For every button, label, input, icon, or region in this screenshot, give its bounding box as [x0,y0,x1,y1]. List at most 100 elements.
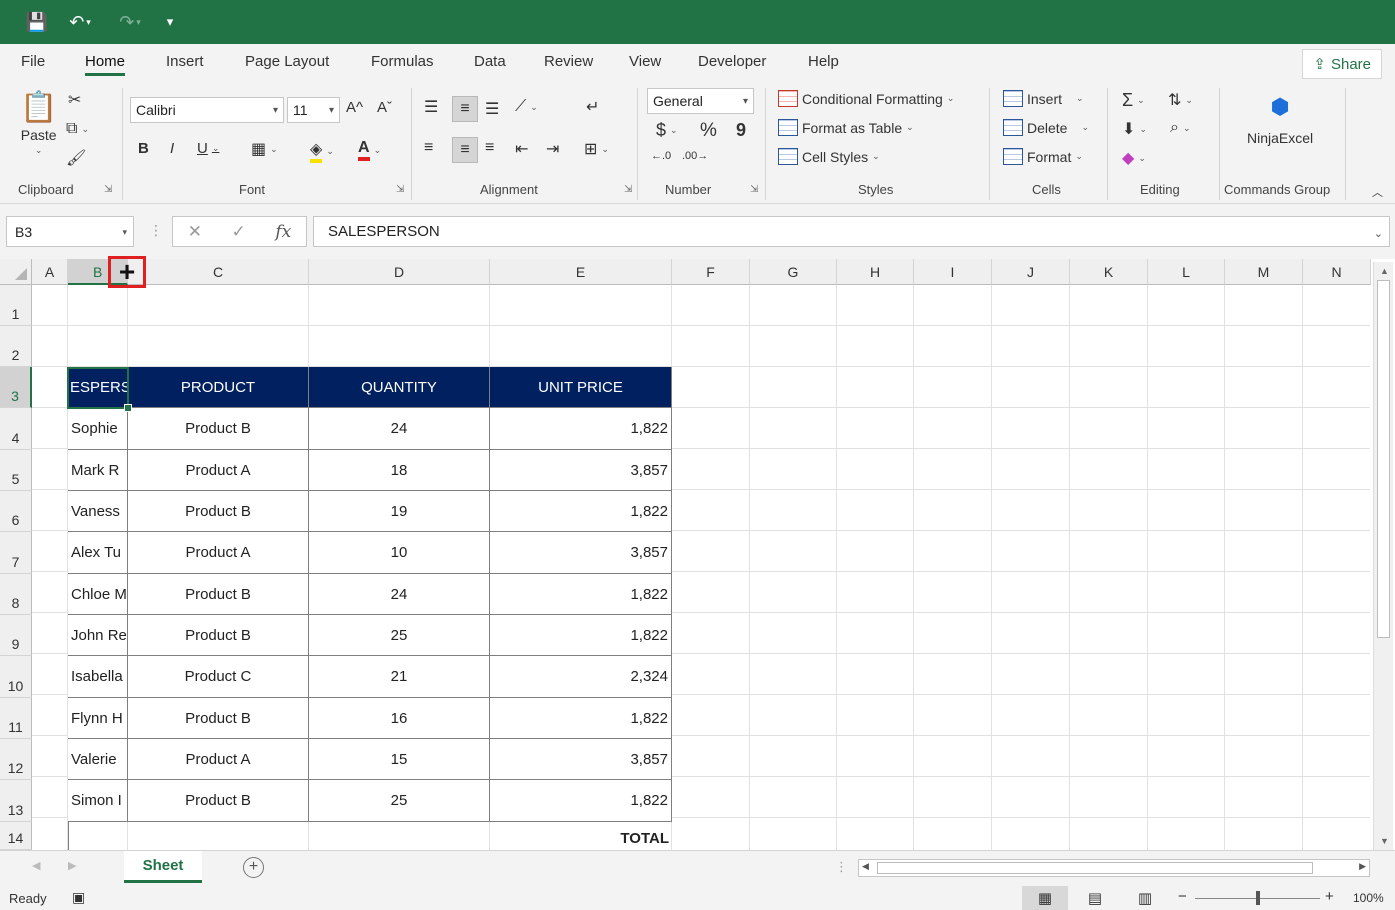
scroll-right-icon[interactable]: ▶ [1359,861,1366,872]
page-layout-view-button[interactable]: ▤ [1072,886,1118,910]
column-header[interactable]: I [914,259,992,285]
column-header[interactable]: E [490,259,672,285]
table-cell[interactable]: Vaness [68,491,128,532]
zoom-slider-thumb[interactable] [1256,891,1260,905]
underline-button[interactable]: U ⌄ [197,140,219,157]
column-header[interactable]: J [992,259,1070,285]
align-middle-button[interactable]: ≡ [452,96,478,122]
tab-help[interactable]: Help [808,53,839,70]
cut-button[interactable]: ✂ [68,90,81,110]
decrease-indent-button[interactable]: ⇤ [515,139,528,159]
decrease-decimal-button[interactable]: .00→ [682,150,708,162]
italic-button[interactable]: I [170,140,174,157]
sort-filter-button[interactable]: ⇅ ⌄ [1168,90,1193,110]
table-cell[interactable]: Product A [128,739,309,780]
column-header[interactable]: D [309,259,490,285]
orientation-button[interactable]: ⟋ ⌄ [515,98,538,116]
table-cell[interactable]: Isabella [68,656,128,698]
table-cell[interactable]: 1,822 [490,408,672,450]
table-cell[interactable]: 19 [309,491,490,532]
shrink-font-button[interactable]: Aˇ [377,99,392,116]
row-header[interactable]: 9 [0,615,32,656]
select-all-button[interactable] [0,259,32,285]
align-right-button[interactable]: ≡ [485,139,494,157]
table-cell[interactable]: 10 [309,532,490,574]
alignment-launcher-icon[interactable]: ⇲ [624,184,632,195]
bold-button[interactable]: B [138,140,149,157]
table-cell[interactable]: Valerie [68,739,128,780]
table-cell[interactable]: Chloe M [68,574,128,615]
conditional-formatting-button[interactable]: Conditional Formatting ⌄ [778,90,954,107]
zoom-out-icon[interactable]: − [1178,888,1187,905]
table-cell[interactable]: 1,822 [490,491,672,532]
ninjaexcel-button[interactable]: ⬢ NinjaExcel [1247,94,1313,146]
insert-cells-button[interactable]: Insert ⌄ [1003,90,1084,107]
percent-button[interactable]: % [700,120,717,142]
number-format-select[interactable]: General ▾ [647,88,754,114]
row-header[interactable]: 6 [0,491,32,532]
currency-button[interactable]: $ ⌄ [656,120,678,141]
table-cell[interactable]: John Re [68,615,128,656]
cancel-icon[interactable]: ✕ [188,222,202,242]
vertical-scroll-thumb[interactable] [1377,280,1390,638]
table-cell[interactable]: Product B [128,491,309,532]
normal-view-button[interactable]: ▦ [1022,886,1068,910]
merge-center-button[interactable]: ⊞ ⌄ [584,139,609,159]
table-cell[interactable]: 25 [309,780,490,822]
table-cell[interactable]: Product C [128,656,309,698]
format-as-table-button[interactable]: Format as Table ⌄ [778,119,914,136]
zoom-in-icon[interactable]: + [1325,888,1334,905]
row-header[interactable]: 11 [0,698,32,739]
delete-cells-button[interactable]: Delete ⌄ [1003,119,1089,136]
tab-data[interactable]: Data [474,53,506,70]
cell-styles-button[interactable]: Cell Styles ⌄ [778,148,880,165]
table-cell[interactable]: Sophie [68,408,128,450]
total-label[interactable]: TOTAL [490,830,672,850]
table-header-cell[interactable]: PRODUCT [128,367,309,408]
scroll-up-icon[interactable]: ▲ [1380,266,1389,276]
table-cell[interactable]: 15 [309,739,490,780]
table-cell[interactable]: Product A [128,532,309,574]
align-center-button[interactable]: ≡ [452,137,478,163]
undo-button[interactable]: ↶ ▾ [62,9,98,35]
table-cell[interactable]: Product B [128,698,309,739]
increase-indent-button[interactable]: ⇥ [546,139,559,159]
column-header[interactable]: H [837,259,914,285]
tab-formulas[interactable]: Formulas [371,53,434,70]
table-cell[interactable]: 18 [309,450,490,491]
name-box[interactable]: B3 ▾ [6,216,134,247]
row-header[interactable]: 12 [0,739,32,780]
table-cell[interactable]: Alex Tu [68,532,128,574]
horizontal-scrollbar[interactable]: ◀ ▶ [858,859,1370,877]
row-header[interactable]: 2 [0,326,32,367]
table-cell[interactable]: 16 [309,698,490,739]
tab-split-grip-icon[interactable]: ⋮ [835,859,848,875]
align-top-button[interactable]: ☰ [424,97,438,117]
table-cell[interactable]: Product B [128,408,309,450]
font-color-button[interactable]: A ⌄ [358,139,381,161]
save-icon[interactable]: 💾 [24,9,50,35]
table-cell[interactable]: Simon I [68,780,128,822]
column-header[interactable]: M [1225,259,1303,285]
sheet-tab[interactable]: Sheet [124,851,202,883]
formula-input[interactable]: SALESPERSON ⌄ [313,216,1390,247]
table-cell[interactable]: 1,822 [490,615,672,656]
paste-button[interactable]: 📋 Paste ⌄ [20,90,57,156]
column-header[interactable]: G [750,259,837,285]
align-left-button[interactable]: ≡ [424,139,433,157]
column-header[interactable]: A [32,259,68,285]
fill-color-button[interactable]: ◈ ⌄ [310,139,334,163]
page-break-view-button[interactable]: ▥ [1122,886,1168,910]
tab-home[interactable]: Home [85,53,126,76]
horizontal-scroll-thumb[interactable] [877,862,1313,874]
row-header[interactable]: 8 [0,574,32,615]
row-header[interactable]: 1 [0,285,32,326]
find-select-button[interactable]: ⌕ ⌄ [1170,119,1191,137]
prev-sheet-icon[interactable]: ◀ [32,859,40,872]
table-cell[interactable]: 3,857 [490,450,672,491]
table-cell[interactable]: 3,857 [490,532,672,574]
comma-style-button[interactable]: 9 [736,120,746,141]
wrap-text-button[interactable]: ↵ [586,97,599,117]
redo-button[interactable]: ↷ ▾ [112,9,148,35]
table-cell[interactable]: 24 [309,408,490,450]
